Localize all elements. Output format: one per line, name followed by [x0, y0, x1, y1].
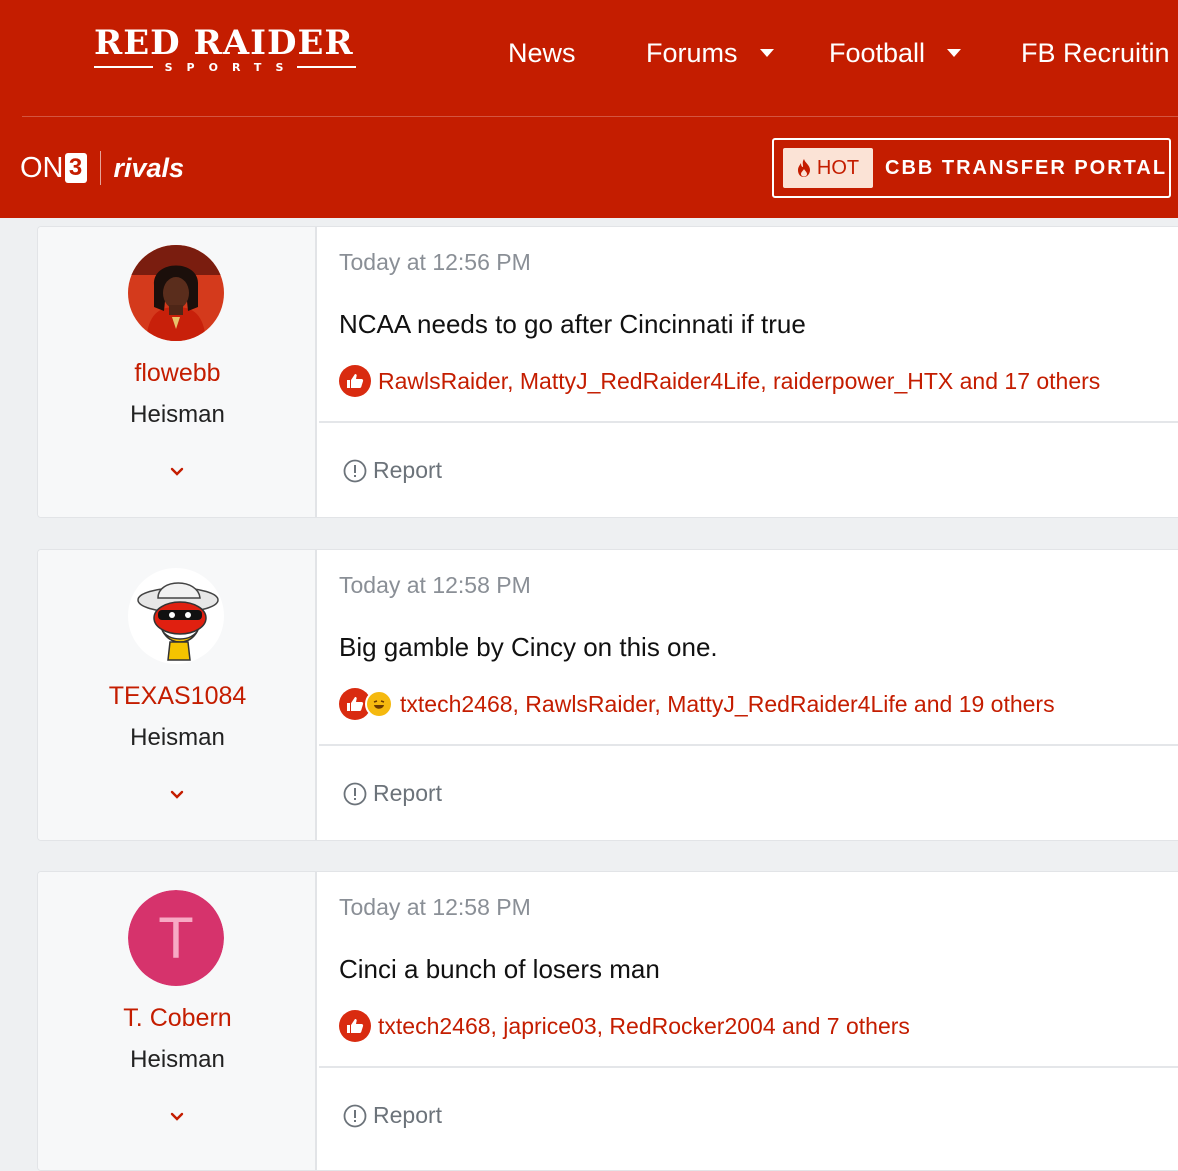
report-label: Report [373, 780, 443, 806]
site-logo[interactable]: RED RAIDER SPORTS [94, 26, 356, 78]
like-icon [339, 1010, 371, 1042]
alert-circle-icon [343, 782, 367, 805]
reaction-summary[interactable]: RawlsRaider, MattyJ_RedRaider4Life, raid… [339, 365, 1100, 397]
report-label: Report [373, 457, 443, 483]
nav-fb-recruiting[interactable]: FB Recruitin [1021, 30, 1170, 76]
post-message: NCAA needs to go after Cincinnati if tru… [339, 309, 806, 339]
nav-football[interactable]: Football [829, 30, 962, 76]
nav-fb-recruiting-label: FB Recruitin [1021, 37, 1170, 68]
nav-news[interactable]: News [508, 30, 576, 76]
post-timestamp[interactable]: Today at 12:56 PM [339, 249, 531, 276]
logo-title: RED RAIDER [94, 23, 354, 63]
logo-subtitle: SPORTS [164, 60, 298, 74]
forum-post: T T. Cobern Heisman Today at 12:58 PM Ci… [37, 871, 1178, 1171]
avatar-image-icon [128, 245, 224, 341]
logo-separator [99, 151, 101, 185]
post-message: Cinci a bunch of losers man [339, 954, 660, 984]
logo-subtitle-row: SPORTS [94, 60, 356, 74]
nav-football-label: Football [829, 37, 926, 68]
hot-badge: HOT [783, 148, 873, 188]
forum-post: TEXAS1084 Heisman Today at 12:58 PM Big … [37, 549, 1178, 841]
post-content: Today at 12:56 PM NCAA needs to go after… [319, 227, 1178, 517]
nav-forums-label: Forums [646, 37, 738, 68]
on3-logo-text[interactable]: ON [20, 152, 64, 185]
caret-down-icon[interactable] [947, 49, 962, 57]
post-content: Today at 12:58 PM Cinci a bunch of loser… [319, 872, 1178, 1170]
report-link[interactable]: Report [343, 1102, 442, 1129]
post-author-panel: flowebb Heisman [38, 227, 317, 517]
nav-forums[interactable]: Forums [646, 30, 774, 76]
post-author-panel: TEXAS1084 Heisman [38, 550, 317, 840]
post-timestamp[interactable]: Today at 12:58 PM [339, 572, 531, 599]
chevron-down-icon[interactable] [168, 1110, 186, 1124]
rivals-logo[interactable]: rivals [114, 153, 185, 184]
on3-logo-number: 3 [64, 153, 87, 183]
header-divider [22, 116, 1178, 117]
post-content: Today at 12:58 PM Big gamble by Cincy on… [319, 550, 1178, 840]
laugh-icon [365, 690, 393, 718]
avatar-letter: T [128, 890, 224, 986]
post-message: Big gamble by Cincy on this one. [339, 632, 718, 662]
network-logos: ON 3 rivals [20, 150, 184, 186]
hot-topic-label: CBB TRANSFER PORTAL [885, 156, 1168, 179]
reaction-users: RawlsRaider, MattyJ_RedRaider4Life, raid… [378, 367, 1101, 394]
post-username[interactable]: TEXAS1084 [38, 682, 317, 711]
post-user-title: Heisman [130, 724, 225, 751]
nav-news-label: News [508, 37, 576, 68]
chevron-down-icon[interactable] [168, 788, 186, 802]
post-username[interactable]: T. Cobern [38, 1004, 317, 1033]
logo-rule-right [297, 66, 356, 68]
logo-rule-left [94, 66, 153, 68]
avatar[interactable] [128, 568, 224, 664]
chevron-down-icon[interactable] [168, 465, 186, 479]
post-divider [319, 421, 1178, 423]
report-link[interactable]: Report [343, 457, 442, 484]
reaction-icons [339, 688, 393, 720]
site-header: RED RAIDER SPORTS News Forums Football F… [0, 0, 1178, 218]
flame-icon [797, 159, 810, 177]
alert-circle-icon [343, 459, 367, 482]
report-label: Report [373, 1102, 443, 1128]
report-link[interactable]: Report [343, 780, 442, 807]
alert-circle-icon [343, 1104, 367, 1127]
reaction-icons [339, 365, 371, 397]
post-author-panel: T T. Cobern Heisman [38, 872, 317, 1170]
like-icon [339, 365, 371, 397]
forum-post: flowebb Heisman Today at 12:56 PM NCAA n… [37, 226, 1178, 518]
post-divider [319, 1066, 1178, 1068]
reaction-users: txtech2468, japrice03, RedRocker2004 and… [378, 1012, 910, 1039]
post-user-title: Heisman [130, 1046, 225, 1073]
caret-down-icon[interactable] [759, 49, 774, 57]
reaction-summary[interactable]: txtech2468, RawlsRaider, MattyJ_RedRaide… [339, 688, 1055, 720]
avatar[interactable]: T [128, 890, 224, 986]
hot-badge-label: HOT [816, 156, 860, 179]
post-timestamp[interactable]: Today at 12:58 PM [339, 894, 531, 921]
hot-topic-banner[interactable]: HOT CBB TRANSFER PORTAL [772, 138, 1171, 198]
avatar[interactable] [128, 245, 224, 341]
reaction-users: txtech2468, RawlsRaider, MattyJ_RedRaide… [400, 690, 1055, 717]
reaction-summary[interactable]: txtech2468, japrice03, RedRocker2004 and… [339, 1010, 910, 1042]
post-username[interactable]: flowebb [38, 359, 317, 388]
masked-rider-mascot-icon [128, 568, 224, 664]
reaction-icons [339, 1010, 371, 1042]
post-user-title: Heisman [130, 401, 225, 428]
post-divider [319, 744, 1178, 746]
